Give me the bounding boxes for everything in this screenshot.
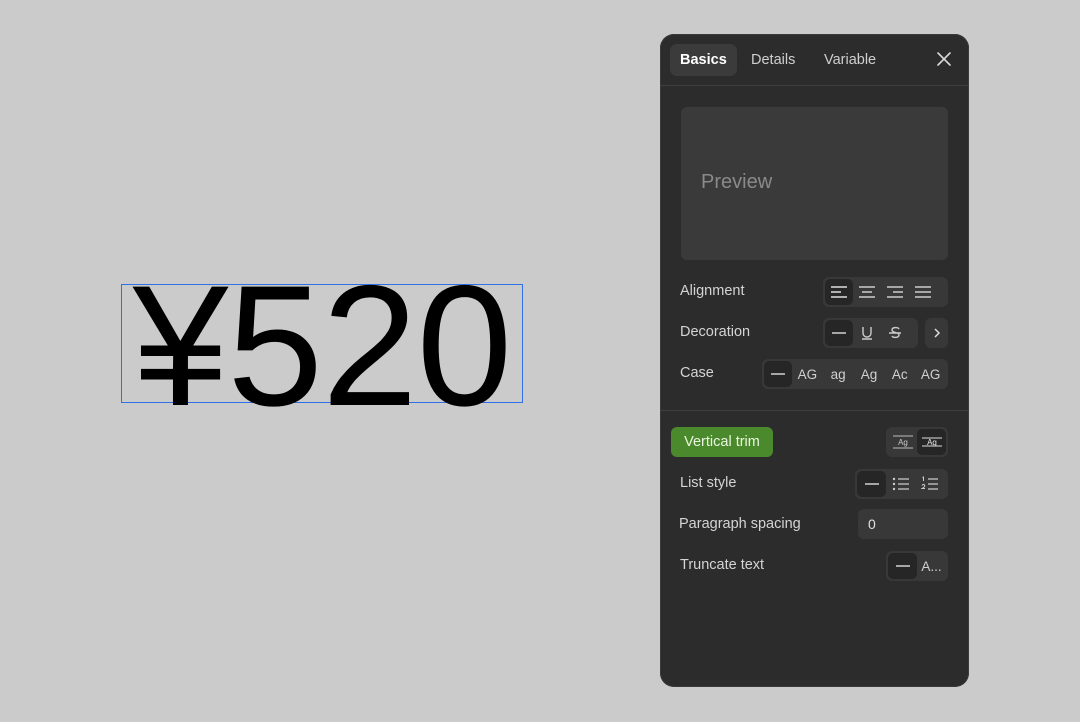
paragraph-spacing-label: Paragraph spacing: [679, 516, 801, 532]
case-label: Case: [680, 365, 714, 381]
case-uppercase-button[interactable]: AG: [792, 361, 823, 387]
dash-icon: [895, 565, 910, 567]
truncate-text-label: Truncate text: [680, 557, 765, 573]
alignment-label: Alignment: [680, 283, 745, 299]
case-small-caps-button[interactable]: Ac: [884, 361, 915, 387]
truncate-ellipsis-button[interactable]: A...: [917, 553, 946, 579]
list-style-label: List style: [680, 475, 737, 491]
svg-text:Ag: Ag: [898, 438, 908, 447]
vertical-trim-label[interactable]: Vertical trim: [671, 427, 773, 457]
paragraph-spacing-input[interactable]: 0: [858, 509, 948, 539]
dash-icon: [864, 483, 879, 485]
trim-standard-icon: Ag: [892, 435, 913, 449]
dash-icon: [832, 332, 846, 334]
align-center-button[interactable]: [853, 279, 881, 305]
underline-icon: [862, 327, 872, 340]
align-justify-icon: [915, 286, 931, 298]
text-preview: Preview: [681, 107, 948, 260]
svg-text:Ag: Ag: [927, 438, 937, 447]
align-left-icon: [831, 286, 847, 298]
case-lowercase-button[interactable]: ag: [823, 361, 854, 387]
numbered-list-icon: [920, 476, 938, 490]
case-all-small-caps-button[interactable]: AG: [915, 361, 946, 387]
vertical-trim-group: Ag Ag: [886, 427, 948, 457]
list-none-button[interactable]: [857, 471, 886, 497]
preview-label: Preview: [701, 171, 773, 193]
decoration-group: [823, 318, 918, 348]
align-center-icon: [859, 286, 875, 298]
list-style-group: [855, 469, 948, 499]
panel-tabs: Basics Details Variable: [660, 34, 969, 86]
decoration-label: Decoration: [680, 324, 751, 340]
align-right-icon: [887, 286, 903, 298]
case-title-button[interactable]: Ag: [854, 361, 885, 387]
decoration-more-button[interactable]: [925, 318, 948, 348]
vertical-trim-standard-button[interactable]: Ag: [888, 429, 917, 455]
case-group: AG ag Ag Ac AG: [762, 359, 948, 389]
close-icon[interactable]: [935, 50, 953, 68]
truncate-none-button[interactable]: [888, 553, 917, 579]
case-none-button[interactable]: [764, 361, 792, 387]
truncate-group: A...: [886, 551, 948, 581]
tab-details[interactable]: Details: [741, 44, 805, 76]
bulleted-list-icon: [892, 477, 909, 491]
selected-text-layer[interactable]: ¥520: [121, 260, 523, 432]
canvas-text-content: ¥520: [132, 249, 513, 442]
chevron-right-icon: [933, 328, 940, 338]
align-justify-button[interactable]: [909, 279, 937, 305]
text-properties-panel: Basics Details Variable Preview Alignmen…: [660, 34, 969, 687]
tab-basics[interactable]: Basics: [670, 44, 737, 76]
tab-variable[interactable]: Variable: [814, 44, 886, 76]
strikethrough-icon: [889, 326, 901, 339]
dash-icon: [771, 373, 785, 375]
vertical-trim-cap-button[interactable]: Ag: [917, 429, 946, 455]
align-right-button[interactable]: [881, 279, 909, 305]
decoration-none-button[interactable]: [825, 320, 853, 346]
align-left-button[interactable]: [825, 279, 853, 305]
numbered-list-button[interactable]: [915, 471, 944, 497]
underline-button[interactable]: [853, 320, 881, 346]
strikethrough-button[interactable]: [881, 320, 909, 346]
alignment-group: [823, 277, 948, 307]
bulleted-list-button[interactable]: [886, 471, 915, 497]
section-divider: [660, 410, 969, 411]
trim-cap-icon: Ag: [921, 437, 942, 447]
